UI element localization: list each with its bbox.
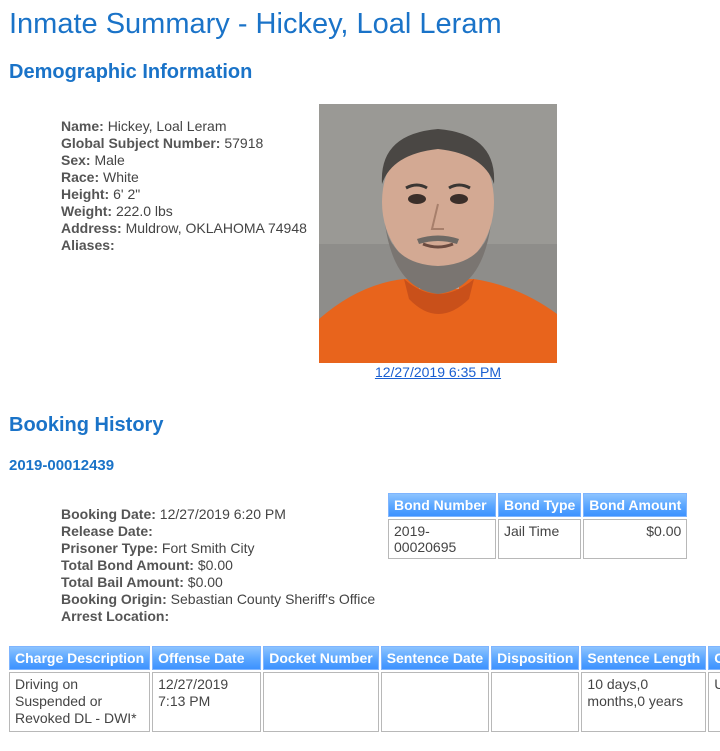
field-height: Height: 6' 2" (61, 186, 307, 203)
field-address: Address: Muldrow, OKLAHOMA 74948 (61, 220, 307, 237)
docket-number-cell (263, 672, 379, 732)
field-label: Total Bond Amount: (61, 557, 194, 573)
field-global-subject-number: Global Subject Number: 57918 (61, 135, 307, 152)
field-aliases: Aliases: (61, 237, 307, 254)
field-total-bail-amount: Total Bail Amount: $0.00 (61, 574, 375, 591)
sentence-length-cell: 10 days,0 months,0 years (581, 672, 707, 732)
field-label: Prisoner Type: (61, 540, 158, 556)
field-label: Race: (61, 169, 100, 185)
field-total-bond-amount: Total Bond Amount: $0.00 (61, 557, 375, 574)
field-label: Release Date: (61, 523, 153, 539)
field-release-date: Release Date: (61, 523, 375, 540)
disposition-cell (491, 672, 580, 732)
field-value: Male (94, 152, 125, 168)
bond-amount-cell: $0.00 (583, 519, 688, 559)
field-value: $0.00 (187, 574, 223, 590)
field-race: Race: White (61, 169, 307, 186)
field-value: $0.00 (197, 557, 233, 573)
charge-table: Charge Description Offense Date Docket N… (7, 644, 720, 734)
mugshot-illustration (319, 104, 557, 363)
booking-fields: Booking Date: 12/27/2019 6:20 PM Release… (61, 506, 375, 625)
field-label: Name: (61, 118, 104, 134)
charge-description-header[interactable]: Charge Description (9, 646, 151, 670)
bond-amount-header[interactable]: Bond Amount (583, 493, 688, 517)
docket-number-header[interactable]: Docket Number (263, 646, 379, 670)
charge-description-cell: Driving on Suspended or Revoked DL - DWI… (9, 672, 151, 732)
offense-date-header[interactable]: Offense Date (152, 646, 262, 670)
field-label: Total Bail Amount: (61, 574, 184, 590)
field-label: Global Subject Number: (61, 135, 221, 151)
booking-heading: Booking History (9, 414, 164, 436)
field-value: 57918 (224, 135, 264, 151)
bond-type-cell: Jail Time (498, 519, 582, 559)
demographic-fields: Name: Hickey, Loal Leram Global Subject … (61, 118, 307, 254)
field-label: Arrest Location: (61, 608, 170, 624)
charge-table-header-row: Charge Description Offense Date Docket N… (9, 646, 720, 670)
sentence-date-cell (380, 672, 490, 732)
photo-date-link[interactable]: 12/27/2019 6:35 PM (319, 364, 557, 380)
field-value: White (103, 169, 139, 185)
charge-extra-header[interactable]: C (708, 646, 720, 670)
table-row: 2019-00020695 Jail Time $0.00 (388, 519, 688, 559)
field-name: Name: Hickey, Loal Leram (61, 118, 307, 135)
field-booking-date: Booking Date: 12/27/2019 6:20 PM (61, 506, 375, 523)
field-booking-origin: Booking Origin: Sebastian County Sheriff… (61, 591, 375, 608)
charge-extra-cell: U (708, 672, 720, 732)
sentence-date-header[interactable]: Sentence Date (380, 646, 490, 670)
booking-number: 2019-00012439 (9, 457, 115, 474)
field-label: Weight: (61, 203, 113, 219)
field-sex: Sex: Male (61, 152, 307, 169)
disposition-header[interactable]: Disposition (491, 646, 580, 670)
mugshot-photo (319, 104, 557, 363)
field-label: Address: (61, 220, 122, 236)
field-label: Aliases: (61, 237, 115, 253)
field-label: Sex: (61, 152, 91, 168)
field-value: Sebastian County Sheriff's Office (170, 591, 376, 607)
field-value: 12/27/2019 6:20 PM (159, 506, 286, 522)
field-weight: Weight: 222.0 lbs (61, 203, 307, 220)
bond-number-header[interactable]: Bond Number (388, 493, 496, 517)
bond-table: Bond Number Bond Type Bond Amount 2019-0… (386, 491, 689, 561)
bond-number-cell: 2019-00020695 (388, 519, 496, 559)
table-row: Driving on Suspended or Revoked DL - DWI… (9, 672, 720, 732)
field-value: 6' 2" (113, 186, 141, 202)
sentence-length-header[interactable]: Sentence Length (581, 646, 707, 670)
field-label: Booking Date: (61, 506, 156, 522)
field-label: Height: (61, 186, 110, 202)
bond-type-header[interactable]: Bond Type (498, 493, 582, 517)
bond-table-header-row: Bond Number Bond Type Bond Amount (388, 493, 688, 517)
field-value: Fort Smith City (161, 540, 255, 556)
field-label: Booking Origin: (61, 591, 167, 607)
offense-date-cell: 12/27/2019 7:13 PM (152, 672, 262, 732)
field-value: Muldrow, OKLAHOMA 74948 (125, 220, 307, 236)
field-prisoner-type: Prisoner Type: Fort Smith City (61, 540, 375, 557)
field-arrest-location: Arrest Location: (61, 608, 375, 625)
field-value: 222.0 lbs (115, 203, 173, 219)
field-value: Hickey, Loal Leram (107, 118, 227, 134)
demographic-heading: Demographic Information (9, 61, 253, 83)
page-title: Inmate Summary - Hickey, Loal Leram (9, 8, 502, 40)
